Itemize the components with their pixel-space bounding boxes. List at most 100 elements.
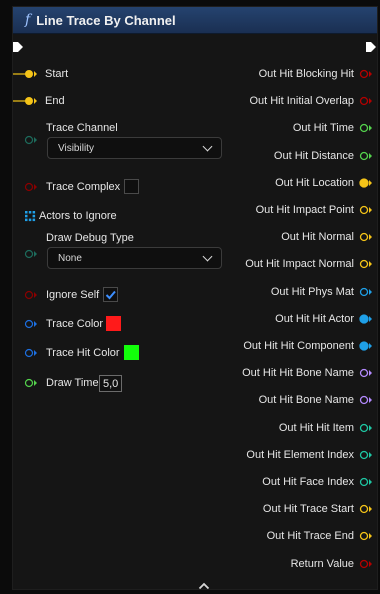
bool-pin-icon <box>359 96 372 106</box>
object-pin-icon <box>359 287 372 297</box>
collapse-button[interactable] <box>198 577 210 589</box>
output-pin-row[interactable]: Out Hit Impact Normal <box>245 256 373 272</box>
function-icon: f <box>25 12 31 28</box>
output-pin-label: Out Hit Trace End <box>266 530 354 542</box>
output-pin-label: Out Hit Trace Start <box>262 503 354 515</box>
trace-hit-color-swatch[interactable] <box>124 345 139 360</box>
bool-pin-icon <box>24 182 37 192</box>
ignore-self-label: Ignore Self <box>46 289 100 301</box>
draw-debug-type-value: None <box>58 252 82 264</box>
actors-to-ignore-label: Actors to Ignore <box>39 210 117 222</box>
name-pin-icon <box>359 395 372 405</box>
output-pin-row[interactable]: Out Hit Element Index <box>246 447 373 463</box>
input-end-label: End <box>45 95 65 107</box>
line-trace-node[interactable]: f Line Trace By Channel Start End Trace … <box>12 6 378 590</box>
trace-hit-color-label: Trace Hit Color <box>46 347 120 359</box>
trace-complex-label: Trace Complex <box>46 181 121 193</box>
output-pin-row[interactable]: Out Hit Location <box>275 175 373 191</box>
trace-channel-label: Trace Channel <box>46 122 118 134</box>
output-pin-row[interactable]: Out Hit Initial Overlap <box>249 93 373 109</box>
output-pin-row[interactable]: Out Hit Hit Actor <box>275 311 373 327</box>
input-actors-to-ignore-row[interactable]: Actors to Ignore <box>24 208 117 224</box>
vector-pin-icon <box>359 205 372 215</box>
draw-debug-type-pin[interactable] <box>24 246 40 262</box>
ignore-self-checkbox[interactable] <box>103 287 118 302</box>
output-pin-row[interactable]: Out Hit Trace Start <box>263 501 373 517</box>
draw-debug-type-label: Draw Debug Type <box>46 232 134 244</box>
output-pin-row[interactable]: Out Hit Hit Item <box>279 420 373 436</box>
bool-pin-icon <box>359 69 372 79</box>
bool-pin-icon <box>359 559 372 569</box>
float-pin-icon <box>359 123 372 133</box>
struct-pin-icon <box>24 319 37 329</box>
trace-color-swatch[interactable] <box>106 316 121 331</box>
output-pin-label: Out Hit Time <box>292 122 354 134</box>
object-pin-icon <box>359 341 372 351</box>
output-pin-label: Out Hit Phys Mat <box>270 286 354 298</box>
output-pin-label: Out Hit Face Index <box>262 476 354 488</box>
output-pin-row[interactable]: Out Hit Bone Name <box>259 392 373 408</box>
trace-channel-dropdown[interactable]: Visibility <box>47 137 222 159</box>
input-start-row[interactable]: Start <box>13 66 68 82</box>
name-pin-icon <box>359 368 372 378</box>
enum-pin-icon <box>24 249 37 259</box>
output-pin-label: Out Hit Impact Normal <box>245 258 354 270</box>
checkmark-icon <box>105 290 116 300</box>
exec-in-pin[interactable] <box>13 40 27 58</box>
output-pin-row[interactable]: Out Hit Face Index <box>262 474 373 490</box>
object-pin-icon <box>359 314 372 324</box>
input-trace-complex-row[interactable]: Trace Complex <box>24 179 120 195</box>
exec-out-pin[interactable] <box>365 40 377 58</box>
trace-color-label: Trace Color <box>46 318 104 330</box>
chevron-down-icon <box>202 251 213 262</box>
input-draw-time-row[interactable]: Draw Time <box>24 375 99 391</box>
output-pin-row[interactable]: Out Hit Normal <box>281 229 373 245</box>
output-pin-label: Out Hit Distance <box>273 150 354 162</box>
enum-pin-icon <box>24 135 37 145</box>
input-trace-hit-color-row[interactable]: Trace Hit Color <box>24 345 120 361</box>
chevron-down-icon <box>202 141 213 152</box>
output-pin-row[interactable]: Out Hit Hit Bone Name <box>242 365 373 381</box>
output-pin-label: Out Hit Hit Bone Name <box>242 367 354 379</box>
output-pin-label: Out Hit Element Index <box>246 449 354 461</box>
array-grid-icon <box>25 211 36 222</box>
draw-time-input[interactable]: 5,0 <box>99 375 123 392</box>
input-trace-color-row[interactable]: Trace Color <box>24 316 103 332</box>
output-pin-row[interactable]: Return Value <box>291 556 373 572</box>
vector-pin-icon <box>359 178 372 188</box>
output-pin-row[interactable]: Out Hit Trace End <box>267 528 373 544</box>
output-pin-label: Out Hit Hit Actor <box>275 313 354 325</box>
node-title: Line Trace By Channel <box>36 12 176 28</box>
vector-pin-icon <box>13 70 37 78</box>
output-pin-row[interactable]: Out Hit Hit Component <box>243 338 373 354</box>
vector-pin-icon <box>13 97 37 105</box>
input-start-label: Start <box>45 68 69 80</box>
trace-complex-checkbox[interactable] <box>124 179 139 194</box>
output-pin-row[interactable]: Out Hit Phys Mat <box>271 284 373 300</box>
output-pin-label: Out Hit Location <box>275 177 354 189</box>
output-pin-label: Out Hit Normal <box>281 231 354 243</box>
int-pin-icon <box>359 450 372 460</box>
input-end-row[interactable]: End <box>13 93 65 109</box>
trace-channel-value: Visibility <box>58 142 94 154</box>
output-pin-row[interactable]: Out Hit Time <box>293 120 373 136</box>
struct-pin-icon <box>24 348 37 358</box>
output-pin-label: Out Hit Hit Item <box>278 422 354 434</box>
output-pin-row[interactable]: Out Hit Impact Point <box>256 202 373 218</box>
output-pin-row[interactable]: Out Hit Blocking Hit <box>259 66 373 82</box>
chevron-up-icon <box>198 582 210 589</box>
input-ignore-self-row[interactable]: Ignore Self <box>24 287 99 303</box>
output-pin-label: Out Hit Initial Overlap <box>249 95 354 107</box>
int-pin-icon <box>359 423 372 433</box>
node-header[interactable]: f Line Trace By Channel <box>13 7 377 34</box>
trace-channel-pin[interactable] <box>24 132 40 148</box>
bool-pin-icon <box>24 290 37 300</box>
output-pin-label: Out Hit Blocking Hit <box>258 68 354 80</box>
exec-arrow-icon <box>366 42 376 52</box>
int-pin-icon <box>359 477 372 487</box>
vector-pin-icon <box>359 232 372 242</box>
output-pin-row[interactable]: Out Hit Distance <box>274 148 373 164</box>
draw-debug-type-dropdown[interactable]: None <box>47 247 222 269</box>
vector-pin-icon <box>359 504 372 514</box>
vector-pin-icon <box>359 259 372 269</box>
